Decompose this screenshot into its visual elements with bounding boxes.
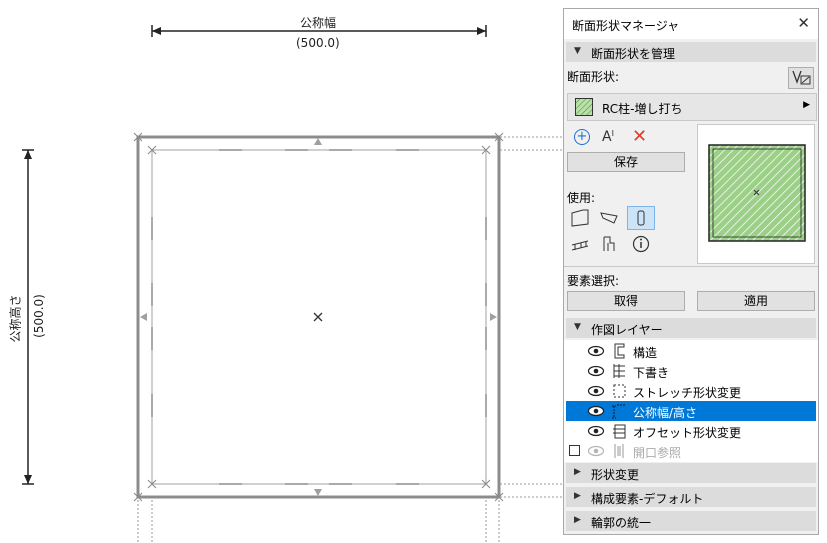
eye-icon[interactable]	[587, 365, 605, 377]
close-icon[interactable]: ✕	[797, 14, 810, 32]
profile-name: RC柱-増し打ち	[602, 102, 683, 116]
preview-drawing	[708, 144, 806, 242]
collapse-arrow-icon: ▼	[574, 322, 581, 332]
layer-row-structure[interactable]: 構造	[566, 341, 816, 361]
section-component-default[interactable]: ▶ 構成要素-デフォルト	[566, 487, 816, 507]
profile-inner-outline[interactable]	[151, 149, 487, 485]
section-label: 断面形状を管理	[591, 47, 676, 61]
stretch-layer-icon	[613, 384, 626, 398]
layer-row-offset[interactable]: オフセット形状変更	[566, 421, 816, 441]
nominal-size-layer-icon	[612, 404, 626, 419]
layer-row-opening-ref[interactable]: 開口参照	[566, 441, 816, 461]
eye-icon[interactable]	[587, 425, 605, 437]
delete-icon[interactable]: ✕	[632, 126, 647, 147]
layer-name: 構造	[633, 346, 658, 360]
palette-title: 断面形状マネージャ	[572, 19, 680, 33]
layer-name: 下書き	[633, 366, 670, 380]
palette-title-bar[interactable]: 断面形状マネージャ ✕	[564, 9, 818, 39]
profile-manager-palette: 断面形状マネージャ ✕ ▼ 断面形状を管理 断面形状: RC柱-増し打ち ▶ +…	[563, 8, 819, 535]
width-value: (500.0)	[296, 36, 340, 50]
expand-arrow-icon: ▶	[574, 491, 581, 501]
railing-use-icon[interactable]	[569, 233, 591, 255]
profile-preview	[697, 124, 815, 264]
center-cross-icon	[313, 312, 323, 322]
section-label: 構成要素-デフォルト	[591, 492, 704, 506]
eye-icon[interactable]	[587, 405, 605, 417]
section-label: 輪郭の統一	[591, 516, 652, 530]
section-shape-change[interactable]: ▶ 形状変更	[566, 463, 816, 483]
expand-arrow-icon: ▶	[574, 515, 581, 525]
section-label: 作図レイヤー	[591, 323, 663, 337]
stretch-markers	[151, 149, 487, 485]
profile-label: 断面形状:	[567, 70, 620, 84]
wall-use-icon[interactable]	[569, 207, 591, 229]
structure-layer-icon	[614, 343, 625, 359]
expand-arrow-icon: ▶	[574, 467, 581, 477]
use-label: 使用:	[567, 191, 596, 205]
offset-layer-icon	[613, 424, 626, 439]
layer-name: ストレッチ形状変更	[633, 386, 742, 400]
draft-layer-icon	[613, 364, 625, 378]
height-label: 公称高さ	[8, 294, 23, 343]
layer-name: 公称幅/高さ	[633, 406, 698, 420]
collapse-arrow-icon: ▼	[574, 46, 581, 56]
layer-name: 開口参照	[633, 446, 682, 460]
apply-button[interactable]: 適用	[697, 291, 815, 311]
section-label: 形状変更	[591, 468, 640, 482]
column-use-icon[interactable]	[627, 206, 655, 230]
rename-icon[interactable]: AI	[602, 129, 614, 145]
eye-icon[interactable]	[587, 445, 605, 457]
layer-name: オフセット形状変更	[633, 426, 742, 440]
eye-icon[interactable]	[587, 385, 605, 397]
info-icon[interactable]	[631, 233, 653, 255]
get-button[interactable]: 取得	[567, 291, 685, 311]
opening-ref-layer-icon	[614, 444, 624, 458]
save-button[interactable]: 保存	[567, 152, 685, 172]
divider	[564, 266, 818, 267]
profile-options-icon	[792, 70, 811, 85]
layer-row-stretch[interactable]: ストレッチ形状変更	[566, 381, 816, 401]
width-label: 公称幅	[300, 16, 337, 30]
element-select-label: 要素選択:	[567, 274, 620, 288]
eye-icon[interactable]	[587, 345, 605, 357]
profile-settings-button[interactable]	[788, 67, 814, 89]
hatch-swatch-icon	[575, 98, 593, 116]
layer-row-nominal-size[interactable]: 公称幅/高さ	[566, 401, 816, 421]
layer-checkbox[interactable]	[569, 445, 580, 456]
section-manage-profiles[interactable]: ▼ 断面形状を管理	[566, 42, 816, 62]
section-outline-unify[interactable]: ▶ 輪郭の統一	[566, 511, 816, 531]
new-profile-icon[interactable]: +	[574, 129, 590, 145]
height-value: (500.0)	[31, 294, 46, 338]
beam-use-icon[interactable]	[598, 207, 620, 229]
section-drawing-layers[interactable]: ▼ 作図レイヤー	[566, 318, 816, 338]
profile-selector[interactable]: RC柱-増し打ち ▶	[567, 93, 817, 121]
handrail-use-icon[interactable]	[598, 233, 620, 255]
layer-row-draft[interactable]: 下書き	[566, 361, 816, 381]
submenu-arrow-icon: ▶	[803, 100, 810, 110]
